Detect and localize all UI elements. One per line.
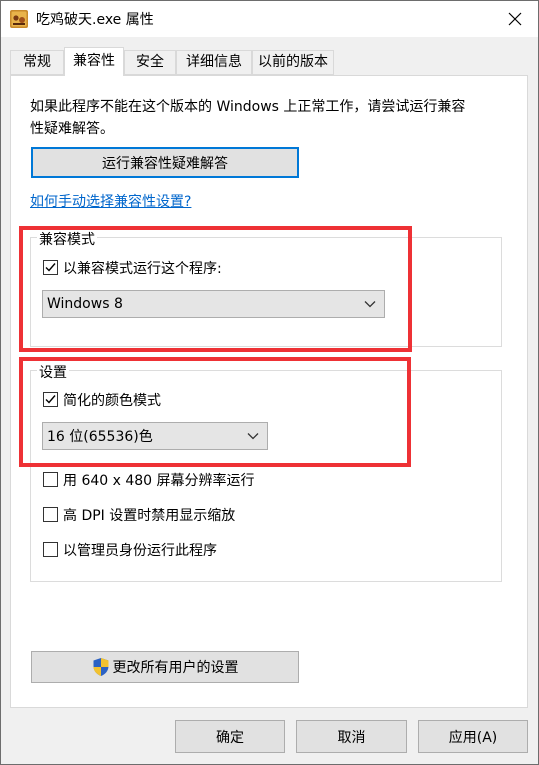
change-all-users-button[interactable]: 更改所有用户的设置 bbox=[31, 651, 299, 683]
chevron-down-icon bbox=[364, 301, 376, 308]
tab-label: 兼容性 bbox=[73, 53, 115, 69]
close-icon bbox=[508, 12, 522, 26]
intro-text-line1: 如果此程序不能在这个版本的 Windows 上正常工作，请尝试运行兼容 bbox=[30, 99, 466, 115]
chevron-down-icon bbox=[247, 433, 259, 440]
checkmark-icon bbox=[45, 263, 56, 272]
tab-previous-versions[interactable]: 以前的版本 bbox=[252, 50, 334, 75]
tab-label: 常规 bbox=[23, 54, 51, 70]
compat-mode-checkbox[interactable] bbox=[43, 260, 58, 275]
tab-details[interactable]: 详细信息 bbox=[176, 50, 252, 75]
run-as-admin-label[interactable]: 以管理员身份运行此程序 bbox=[63, 540, 217, 560]
app-icon bbox=[10, 10, 28, 28]
window-title: 吃鸡破天.exe 属性 bbox=[36, 12, 154, 28]
change-all-users-label: 更改所有用户的设置 bbox=[112, 660, 239, 676]
run-troubleshooter-button[interactable]: 运行兼容性疑难解答 bbox=[31, 147, 299, 178]
reduced-color-checkbox[interactable] bbox=[43, 392, 58, 407]
manual-settings-link[interactable]: 如何手动选择兼容性设置? bbox=[30, 191, 191, 211]
tab-compatibility[interactable]: 兼容性 bbox=[64, 47, 124, 76]
color-depth-value: 16 位(65536)色 bbox=[47, 429, 153, 445]
high-dpi-checkbox[interactable] bbox=[43, 507, 58, 522]
settings-group-label: 设置 bbox=[37, 362, 69, 382]
uac-shield-icon bbox=[93, 658, 108, 676]
os-version-value: Windows 8 bbox=[47, 296, 123, 312]
checkmark-icon bbox=[45, 395, 56, 404]
compat-mode-group-label: 兼容模式 bbox=[37, 229, 97, 249]
tab-general[interactable]: 常规 bbox=[10, 50, 64, 75]
high-dpi-label[interactable]: 高 DPI 设置时禁用显示缩放 bbox=[63, 505, 235, 525]
os-version-select[interactable]: Windows 8 bbox=[42, 290, 385, 318]
apply-button[interactable]: 应用(A) bbox=[418, 720, 528, 753]
res-640-checkbox[interactable] bbox=[43, 472, 58, 487]
ok-button[interactable]: 确定 bbox=[175, 720, 285, 753]
intro-text-line2: 性疑难解答。 bbox=[30, 121, 114, 137]
res-640-label[interactable]: 用 640 x 480 屏幕分辨率运行 bbox=[63, 470, 255, 490]
cancel-button[interactable]: 取消 bbox=[296, 720, 407, 753]
tab-label: 安全 bbox=[136, 54, 164, 70]
tab-label: 详细信息 bbox=[186, 54, 242, 70]
tab-security[interactable]: 安全 bbox=[124, 50, 176, 75]
tab-label: 以前的版本 bbox=[258, 54, 328, 70]
run-as-admin-checkbox[interactable] bbox=[43, 542, 58, 557]
compat-mode-checkbox-label[interactable]: 以兼容模式运行这个程序: bbox=[63, 258, 222, 278]
color-depth-select[interactable]: 16 位(65536)色 bbox=[42, 422, 268, 450]
reduced-color-label[interactable]: 简化的颜色模式 bbox=[63, 390, 161, 410]
close-button[interactable] bbox=[500, 6, 530, 32]
